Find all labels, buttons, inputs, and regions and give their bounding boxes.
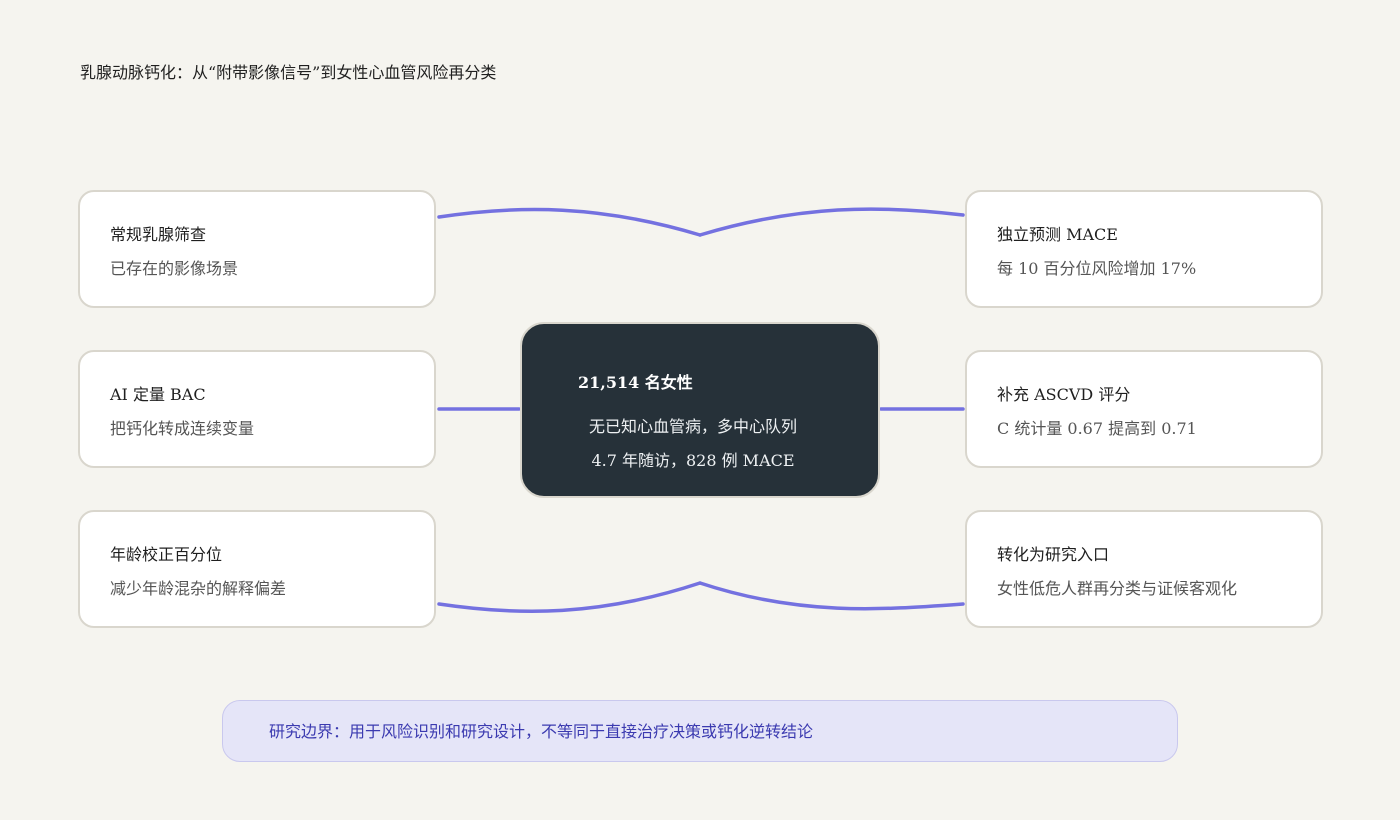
node-subtitle: C 统计量 0.67 提高到 0.71 — [997, 419, 1197, 438]
center-line-cohort: 无已知心血管病，多中心队列 — [588, 417, 797, 436]
node-subtitle: 减少年龄混杂的解释偏差 — [110, 579, 287, 598]
connector-top-left — [437, 207, 702, 237]
node-subtitle: 把钙化转成连续变量 — [110, 419, 255, 438]
connector-top-right — [698, 207, 965, 237]
node-age-percentile: 年龄校正百分位 减少年龄混杂的解释偏差 — [78, 510, 436, 628]
node-subtitle: 每 10 百分位风险增加 17% — [997, 259, 1197, 278]
node-subtitle: 已存在的影像场景 — [110, 259, 239, 278]
node-title: 常规乳腺筛查 — [110, 225, 207, 244]
node-routine-screening: 常规乳腺筛查 已存在的影像场景 — [78, 190, 436, 308]
node-title: 年龄校正百分位 — [110, 545, 223, 564]
connector-bottom-left — [437, 581, 702, 614]
node-subtitle: 女性低危人群再分类与证候客观化 — [997, 579, 1238, 598]
node-title: AI 定量 BAC — [110, 385, 206, 404]
node-predict-mace: 独立预测 MACE 每 10 百分位风险增加 17% — [965, 190, 1323, 308]
node-title: 转化为研究入口 — [997, 545, 1110, 564]
connector-bottom-right — [698, 581, 965, 611]
node-ascvd-supplement: 补充 ASCVD 评分 C 统计量 0.67 提高到 0.71 — [965, 350, 1323, 468]
research-boundary-note: 研究边界：用于风险识别和研究设计，不等同于直接治疗决策或钙化逆转结论 — [222, 700, 1178, 762]
node-title: 独立预测 MACE — [997, 225, 1118, 244]
node-research-entry: 转化为研究入口 女性低危人群再分类与证候客观化 — [965, 510, 1323, 628]
node-title: 补充 ASCVD 评分 — [997, 385, 1131, 404]
center-cohort-node: 21,514 名女性 无已知心血管病，多中心队列 4.7 年随访，828 例 M… — [520, 322, 880, 498]
center-line-followup: 4.7 年随访，828 例 MACE — [591, 451, 795, 470]
center-title: 21,514 名女性 — [578, 373, 693, 392]
node-ai-quantification: AI 定量 BAC 把钙化转成连续变量 — [78, 350, 436, 468]
